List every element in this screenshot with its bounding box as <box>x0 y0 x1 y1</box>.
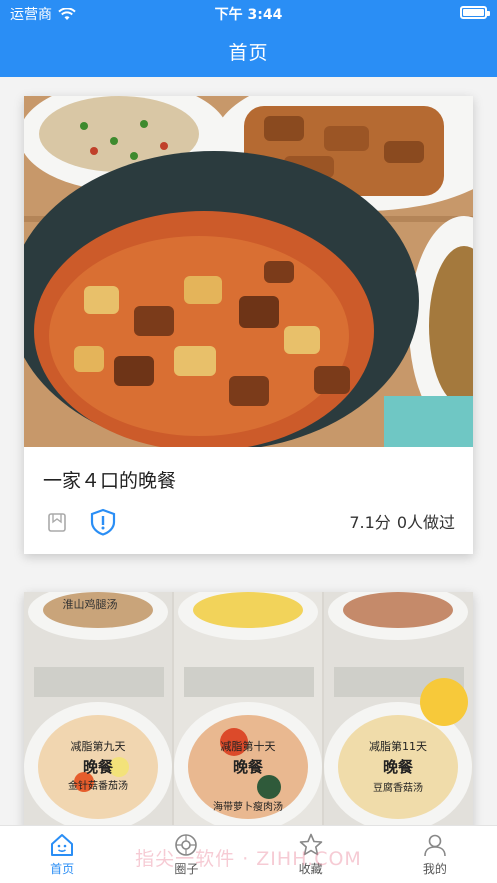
tab-home-label: 首页 <box>50 862 75 876</box>
tab-circle[interactable]: 圈子 <box>124 826 248 883</box>
photo-label-6: 晚餐 <box>233 758 264 776</box>
recipe-meta: 7.1分 0人做过 <box>349 509 455 533</box>
recipe-photo[interactable] <box>24 96 473 447</box>
photo-label-10: 豆腐香菇汤 <box>373 781 423 794</box>
photo-label-3: 晚餐 <box>83 758 114 776</box>
person-icon <box>424 834 446 857</box>
recipe-photo-second[interactable]: 淮山鸡腿汤 减脂第九天 晚餐 金针菇番茄汤 减脂第十天 晚餐 海带萝卜瘦肉汤 减… <box>24 592 473 832</box>
tab-circle-label: 圈子 <box>174 862 199 876</box>
photo-label-1: 淮山鸡腿汤 <box>63 597 118 611</box>
tab-home[interactable]: 首页 <box>0 826 124 883</box>
battery-icon <box>460 6 490 19</box>
recipe-card[interactable]: 一家４口的晚餐 7.1分 0人做过 <box>24 96 473 554</box>
photo-label-5: 减脂第十天 <box>221 739 276 753</box>
star-icon <box>299 833 322 856</box>
recipe-score: 7.1分 <box>349 513 391 532</box>
page-title: 首页 <box>228 42 269 64</box>
recipe-icon-row <box>46 508 116 536</box>
top-header: 运营商 下午 3:44 首页 <box>0 0 497 77</box>
photo-label-2: 减脂第九天 <box>71 739 126 753</box>
favorite-icon[interactable] <box>46 511 68 533</box>
report-shield-icon[interactable] <box>90 508 116 536</box>
tab-bar: 首页 圈子 收藏 我的 指尖一软件 · ZIHH.COM <box>0 825 497 883</box>
tab-mine[interactable]: 我的 <box>373 826 497 883</box>
photo-label-9: 晚餐 <box>383 758 414 776</box>
recipe-made-count: 0人做过 <box>396 513 455 532</box>
tab-mine-label: 我的 <box>422 862 447 876</box>
photo-label-8: 减脂第11天 <box>369 739 427 753</box>
tab-favorites-label: 收藏 <box>298 862 323 876</box>
photo-label-7: 海带萝卜瘦肉汤 <box>213 800 283 813</box>
clock: 下午 3:44 <box>214 7 283 23</box>
home-icon <box>51 834 74 856</box>
status-bar: 运营商 下午 3:44 <box>0 0 497 26</box>
tab-favorites[interactable]: 收藏 <box>249 826 373 883</box>
circle-icon <box>175 834 198 856</box>
recipe-title[interactable]: 一家４口的晚餐 <box>43 466 176 493</box>
recipe-card-second[interactable]: 淮山鸡腿汤 减脂第九天 晚餐 金针菇番茄汤 减脂第十天 晚餐 海带萝卜瘦肉汤 减… <box>24 592 473 832</box>
photo-label-4: 金针菇番茄汤 <box>68 779 128 792</box>
